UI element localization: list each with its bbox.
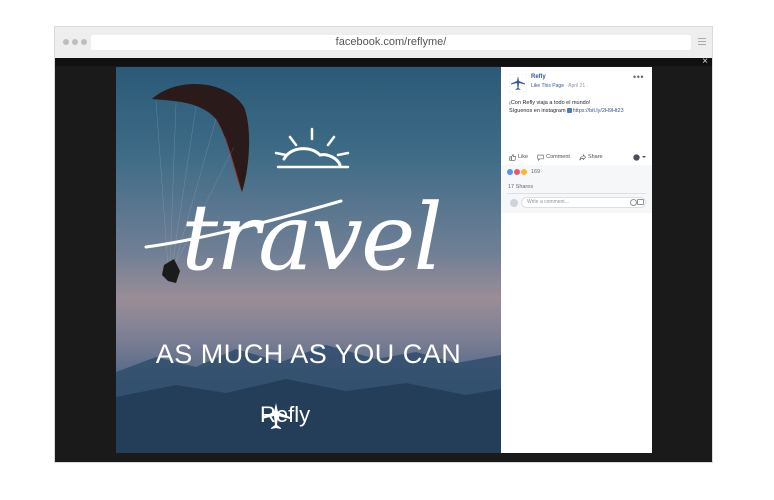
window-dot[interactable] [63, 39, 69, 45]
user-avatar [510, 199, 518, 207]
page-name-link[interactable]: Refly [531, 74, 546, 80]
like-reaction-icon [507, 169, 513, 175]
window-dot[interactable] [72, 39, 78, 45]
page-avatar-icon[interactable] [509, 74, 527, 92]
audience-selector[interactable] [633, 153, 646, 161]
reaction-summary[interactable]: 169 [507, 169, 540, 175]
post-header: Refly Like This Page · April 21 · ••• [509, 72, 646, 96]
post-actions: Like Comment Share [509, 151, 646, 163]
camera-icon[interactable] [637, 199, 644, 205]
window-dots [63, 39, 87, 45]
like-label: Like [518, 154, 529, 160]
avatar-icon [633, 153, 640, 161]
divider [507, 193, 646, 194]
comment-button[interactable]: Comment [537, 154, 570, 161]
address-bar[interactable]: facebook.com/reflyme/ [91, 35, 691, 50]
reaction-count: 169 [531, 169, 541, 175]
share-label: Share [587, 154, 603, 160]
viewer-top-bar [55, 58, 712, 66]
emoji-icon[interactable] [630, 199, 637, 206]
post-text-line-2: Síguenos en instagram https://bit.ly/2H9H… [509, 107, 646, 115]
post-text-line: Síguenos en instagram [509, 108, 566, 114]
post-date[interactable]: · April 21 · [565, 83, 588, 89]
post-link[interactable]: https://bit.ly/2H9Ht23 [573, 108, 624, 114]
photo-tagline: AS MUCH AS YOU CAN [155, 339, 462, 369]
post-photo[interactable]: travel AS MUCH AS YOU CAN Refly [116, 67, 501, 453]
instagram-icon [566, 108, 572, 114]
like-button[interactable]: Like [509, 153, 529, 161]
close-icon[interactable]: × [702, 57, 708, 67]
travel-headline: travel [181, 184, 443, 291]
comment-icon [537, 154, 544, 161]
comment-composer: Write a comment... [507, 197, 646, 209]
love-reaction-icon [514, 169, 520, 175]
comment-input[interactable]: Write a comment... [521, 197, 646, 208]
thumbs-up-icon [509, 153, 516, 161]
hamburger-menu-icon[interactable] [698, 38, 706, 47]
browser-window: facebook.com/reflyme/ × travel AS MUCH A… [54, 26, 713, 463]
like-page-link[interactable]: Like This Page [531, 83, 564, 89]
photo-viewer: × travel AS MUCH AS YOU CAN Refly Refly … [55, 57, 712, 462]
post-meta: Like This Page · April 21 · [531, 83, 588, 89]
browser-toolbar: facebook.com/reflyme/ [55, 27, 712, 58]
shares-count[interactable]: 17 Shares [508, 184, 533, 190]
post-body: ¡Con Refly viaja a todo el mundo! Síguen… [509, 99, 646, 115]
comment-label: Comment [546, 154, 570, 160]
more-options-icon[interactable]: ••• [633, 72, 644, 82]
chevron-down-icon [642, 156, 646, 158]
photo-brand: Refly [260, 402, 310, 429]
reactions-section: 169 17 Shares Write a comment... [501, 165, 652, 213]
facebook-post-panel: Refly Like This Page · April 21 · ••• ¡C… [501, 67, 652, 453]
airplane-logo-icon [262, 403, 290, 429]
share-button[interactable]: Share [579, 153, 603, 161]
window-dot[interactable] [81, 39, 87, 45]
haha-reaction-icon [521, 169, 527, 175]
post-text-line: ¡Con Refly viaja a todo el mundo! [509, 100, 591, 106]
share-icon [579, 153, 586, 160]
